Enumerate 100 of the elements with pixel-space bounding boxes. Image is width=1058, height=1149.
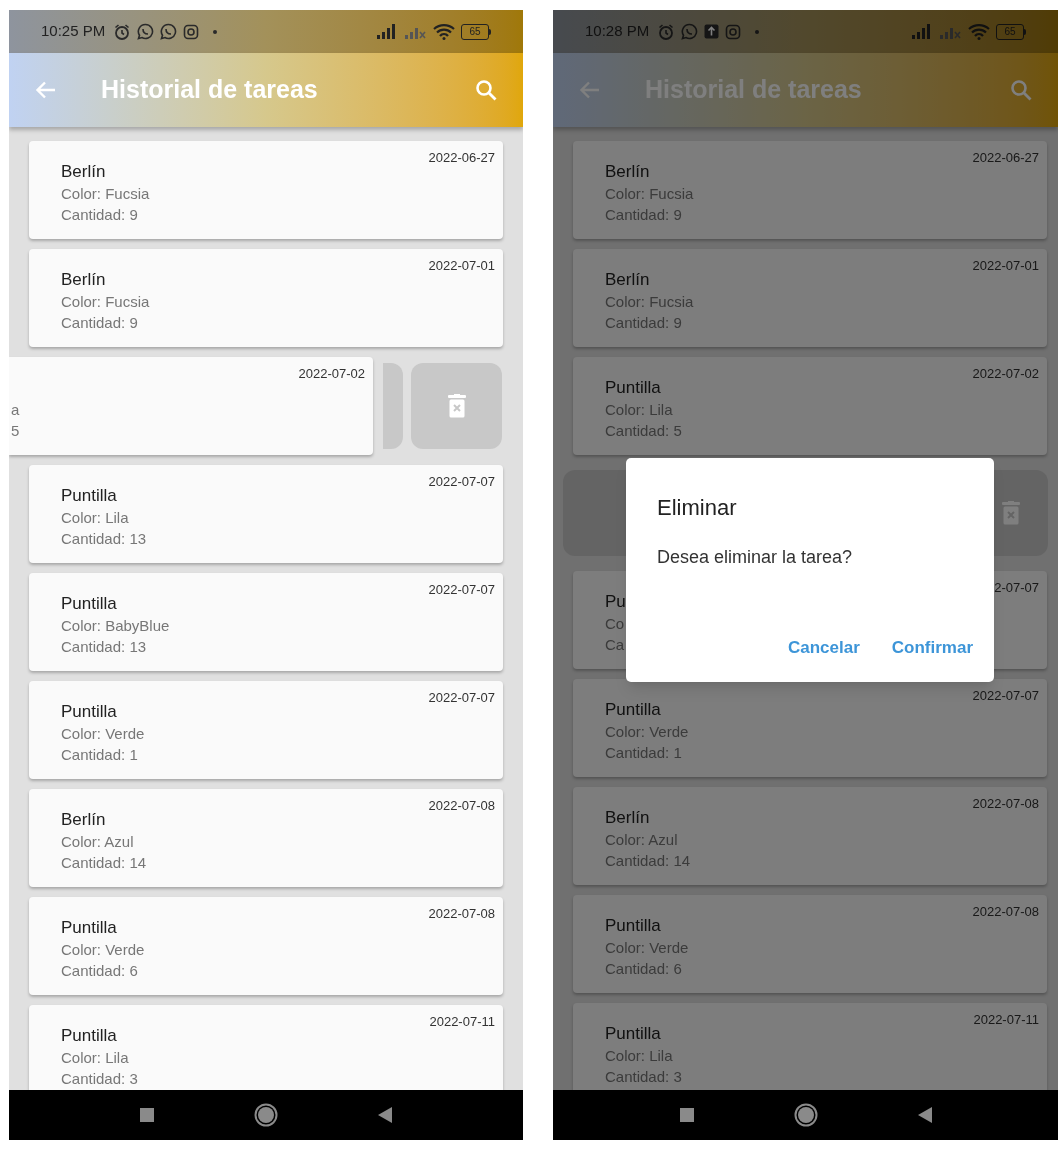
task-card[interactable]: 2022-07-11 Puntilla Color: Lila Cantidad: 3 bbox=[29, 1005, 503, 1090]
camera-icon bbox=[183, 23, 200, 40]
item-name: Puntilla bbox=[605, 699, 661, 721]
task-card[interactable]: 2022-07-08 Puntilla Color: Verde Cantidad: 6 bbox=[573, 895, 1047, 993]
item-quantity: Cantidad: 13 bbox=[61, 637, 147, 657]
item-name: Puntilla bbox=[61, 593, 117, 615]
item-name: Puntilla bbox=[605, 915, 661, 937]
item-date: 2022-07-02 bbox=[298, 365, 365, 383]
item-date: 2022-07-11 bbox=[973, 1011, 1039, 1029]
item-quantity: Cantidad: 9 bbox=[61, 205, 138, 225]
item-name: Puntilla bbox=[61, 917, 117, 939]
item-date: 2022-07-02 bbox=[972, 365, 1039, 383]
task-card[interactable]: 2022-07-08 Berlín Color: Azul Cantidad: 14 bbox=[573, 787, 1047, 885]
wifi-icon bbox=[968, 23, 990, 40]
item-name: Berlín bbox=[61, 809, 106, 831]
task-card[interactable]: 2022-07-01 Berlín Color: Fucsia Cantidad: 9 bbox=[573, 249, 1047, 347]
item-color: Color: Fucsia bbox=[605, 292, 694, 312]
dot-icon bbox=[755, 29, 760, 34]
item-quantity: Cantidad: 1 bbox=[61, 745, 138, 765]
app-bar-title: Historial de tareas bbox=[101, 74, 318, 106]
task-card[interactable]: 2022-07-07 Puntilla Color: Lila Cantidad: 13 bbox=[29, 465, 503, 563]
item-date: 2022-07-07 bbox=[428, 581, 495, 599]
item-color: Color: Lila bbox=[605, 400, 673, 420]
item-date: 2022-07-08 bbox=[428, 797, 495, 815]
item-quantity: Cantidad: 1 bbox=[605, 743, 682, 763]
task-card[interactable]: 2022-06-27 Berlín Color: Fucsia Cantidad: 9 bbox=[29, 141, 503, 239]
item-name: Berlín bbox=[605, 269, 650, 291]
item-date: 2022-07-01 bbox=[428, 257, 495, 275]
item-date: 2022-07-07 bbox=[428, 473, 495, 491]
battery-level: 65 bbox=[469, 26, 481, 37]
task-card[interactable]: 2022-07-07 Puntilla Color: Verde Cantidad: 1 bbox=[29, 681, 503, 779]
item-name: Puntilla bbox=[61, 485, 117, 507]
task-card[interactable]: 2022-07-02 a 5 bbox=[9, 357, 373, 455]
item-color: Color: BabyBlue bbox=[61, 616, 170, 636]
item-date: 2022-07-08 bbox=[972, 795, 1039, 813]
home-circle-icon[interactable] bbox=[793, 1103, 818, 1127]
trash-icon bbox=[1002, 501, 1020, 525]
chat-bubble-icon bbox=[160, 23, 178, 40]
trash-icon bbox=[447, 394, 466, 418]
item-color: Color: Verde bbox=[605, 722, 689, 742]
item-date: 2022-07-08 bbox=[972, 903, 1039, 921]
home-circle-icon[interactable] bbox=[254, 1103, 278, 1127]
item-date: 2022-06-27 bbox=[972, 149, 1039, 167]
item-date: 2-07-07 bbox=[994, 579, 1039, 597]
item-date: 2022-07-01 bbox=[972, 257, 1039, 275]
item-date: 2022-07-08 bbox=[428, 905, 495, 923]
task-card[interactable]: 2022-07-07 Puntilla Color: BabyBlue Cantidad: 13 bbox=[29, 573, 503, 671]
square-icon[interactable] bbox=[679, 1108, 694, 1122]
back-arrow-icon bbox=[35, 79, 57, 101]
item-color: Co bbox=[605, 614, 625, 634]
dot-icon bbox=[213, 29, 218, 34]
task-card[interactable]: 2022-07-02 Puntilla Color: Lila Cantidad: 5 bbox=[573, 357, 1047, 455]
item-quantity: Cantidad: 3 bbox=[605, 1067, 682, 1087]
task-card[interactable]: 2022-07-07 Puntilla Color: Verde Cantidad: 1 bbox=[573, 679, 1047, 777]
task-card[interactable]: 2022-07-08 Puntilla Color: Verde Cantidad: 6 bbox=[29, 897, 503, 995]
status-time: 10:25 PM bbox=[41, 21, 106, 42]
item-name: Berlín bbox=[605, 807, 650, 829]
item-quantity: 5 bbox=[11, 421, 20, 441]
search-icon bbox=[1010, 79, 1032, 101]
upload-icon bbox=[704, 24, 720, 39]
item-name: Berlín bbox=[605, 161, 650, 183]
item-color: Color: Lila bbox=[61, 1048, 129, 1068]
alarm-clock-icon bbox=[113, 22, 132, 41]
item-color: Color: Fucsia bbox=[61, 184, 150, 204]
item-color: Color: Verde bbox=[61, 940, 145, 960]
item-name: Puntilla bbox=[61, 1025, 117, 1047]
item-name: Berlín bbox=[61, 269, 106, 291]
task-card[interactable]: 2022-07-11 Puntilla Color: Lila Cantidad: 3 bbox=[573, 1003, 1047, 1090]
item-color: Color: Verde bbox=[605, 938, 689, 958]
item-quantity: Cantidad: 6 bbox=[61, 961, 138, 981]
item-color: Color: Verde bbox=[61, 724, 145, 744]
wifi-icon bbox=[433, 23, 455, 40]
item-color: Color: Fucsia bbox=[61, 292, 150, 312]
item-color: Color: Azul bbox=[605, 830, 678, 850]
chat-bubble-icon bbox=[681, 23, 699, 40]
item-quantity: Cantidad: 9 bbox=[605, 205, 682, 225]
item-name: Puntilla bbox=[605, 377, 661, 399]
item-quantity: Cantidad: 14 bbox=[61, 853, 147, 873]
item-quantity: Cantidad: 3 bbox=[61, 1069, 138, 1089]
search-icon bbox=[475, 79, 497, 101]
item-name: Pu bbox=[605, 591, 626, 613]
back-triangle-icon[interactable] bbox=[917, 1107, 932, 1123]
item-quantity: Cantidad: 13 bbox=[61, 529, 147, 549]
delete-button[interactable] bbox=[411, 363, 502, 449]
status-time: 10:28 PM bbox=[585, 21, 650, 42]
task-card[interactable]: 2022-07-08 Berlín Color: Azul Cantidad: 14 bbox=[29, 789, 503, 887]
back-triangle-icon[interactable] bbox=[378, 1107, 392, 1123]
item-color: Color: Fucsia bbox=[605, 184, 694, 204]
item-quantity: Cantidad: 14 bbox=[605, 851, 691, 871]
alarm-clock-icon bbox=[657, 22, 676, 41]
task-card[interactable]: 2022-07-01 Berlín Color: Fucsia Cantidad: 9 bbox=[29, 249, 503, 347]
item-color: Color: Lila bbox=[605, 1046, 673, 1066]
item-name: Puntilla bbox=[605, 1023, 661, 1045]
task-card[interactable]: 2022-06-27 Berlín Color: Fucsia Cantidad: 9 bbox=[573, 141, 1047, 239]
item-name: Berlín bbox=[61, 161, 106, 183]
camera-icon bbox=[725, 23, 742, 40]
item-color: Color: Lila bbox=[61, 508, 129, 528]
item-date: 2022-07-11 bbox=[429, 1013, 495, 1031]
chat-bubble-icon bbox=[137, 23, 155, 40]
item-quantity: Cantidad: 9 bbox=[605, 313, 682, 333]
